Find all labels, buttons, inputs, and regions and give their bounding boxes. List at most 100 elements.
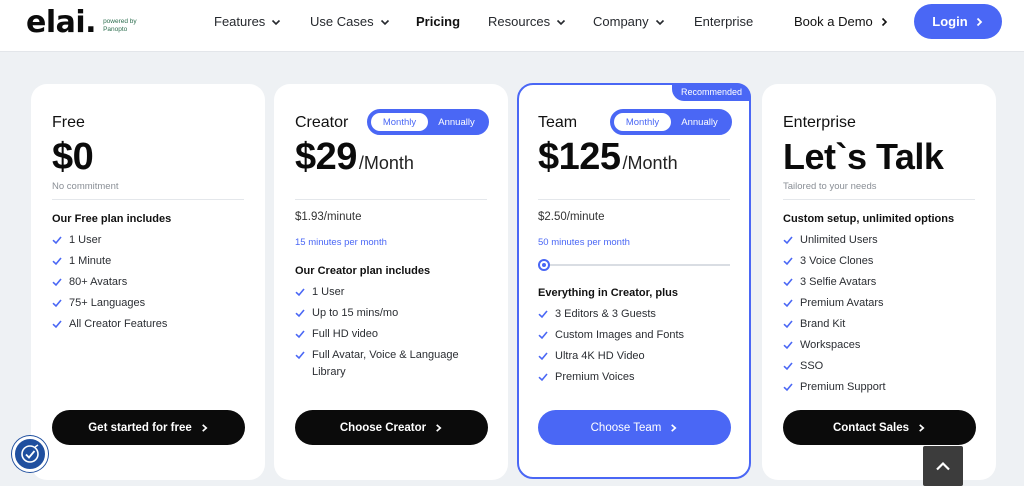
login-button[interactable]: Login <box>914 4 1002 39</box>
check-icon <box>52 257 62 266</box>
features-title: Custom setup, unlimited options <box>783 213 955 225</box>
list-item: Premium Voices <box>538 369 738 386</box>
check-icon <box>783 257 793 266</box>
chevron-right-icon <box>436 423 442 432</box>
chevron-down-icon <box>655 19 664 25</box>
check-icon <box>783 278 793 287</box>
list-item: Ultra 4K HD Video <box>538 348 738 365</box>
choose-team-button[interactable]: Choose Team <box>538 410 731 445</box>
check-icon <box>538 352 548 361</box>
plan-name: Free <box>52 114 85 131</box>
scroll-to-top-button[interactable] <box>923 446 963 486</box>
check-icon <box>295 288 305 297</box>
nav-enterprise[interactable]: Enterprise <box>694 14 753 29</box>
chevron-right-icon <box>919 423 925 432</box>
list-item: Full Avatar, Voice & Language Library <box>295 347 485 380</box>
recommended-badge: Recommended <box>671 83 751 101</box>
check-icon <box>783 236 793 245</box>
nav-pricing[interactable]: Pricing <box>416 14 460 29</box>
list-item: Brand Kit <box>783 316 983 333</box>
plan-name: Enterprise <box>783 114 856 131</box>
contact-sales-button[interactable]: Contact Sales <box>783 410 976 445</box>
annually-option[interactable]: Annually <box>428 113 485 131</box>
check-icon <box>295 309 305 318</box>
billing-toggle[interactable]: Monthly Annually <box>610 109 732 135</box>
check-icon <box>783 341 793 350</box>
powered-by-label: powered by Panopto <box>103 18 137 33</box>
plan-note: No commitment <box>52 181 119 192</box>
monthly-option[interactable]: Monthly <box>371 113 428 131</box>
plan-price: $29 /Month <box>295 136 414 178</box>
slider-handle[interactable] <box>538 259 550 271</box>
divider <box>783 199 975 200</box>
features-title: Everything in Creator, plus <box>538 287 678 299</box>
check-icon <box>538 310 548 319</box>
accessibility-icon <box>21 444 39 463</box>
nav-resources[interactable]: Resources <box>488 14 566 29</box>
chevron-down-icon <box>380 19 389 25</box>
features-list: 1 User Up to 15 mins/mo Full HD video Fu… <box>295 284 485 385</box>
list-item: 1 User <box>52 232 252 249</box>
divider <box>538 199 730 200</box>
plan-card-creator: Creator Monthly Annually $29 /Month $1.9… <box>274 84 508 480</box>
minutes-slider[interactable] <box>538 259 730 271</box>
plan-card-free: Free $0 No commitment Our Free plan incl… <box>31 84 265 480</box>
chevron-up-icon <box>936 461 950 471</box>
plan-card-enterprise: Enterprise Let`s Talk Tailored to your n… <box>762 84 996 480</box>
divider <box>295 199 487 200</box>
list-item: 75+ Languages <box>52 295 252 312</box>
list-item: 3 Selfie Avatars <box>783 274 983 291</box>
check-icon <box>52 278 62 287</box>
slider-track <box>542 264 730 266</box>
list-item: 3 Voice Clones <box>783 253 983 270</box>
features-list: 3 Editors & 3 Guests Custom Images and F… <box>538 306 738 390</box>
list-item: 1 Minute <box>52 253 252 270</box>
accessibility-button[interactable] <box>12 436 48 472</box>
nav-company[interactable]: Company <box>593 14 665 29</box>
price-per-minute: $2.50/minute <box>538 211 605 223</box>
check-icon <box>52 320 62 329</box>
plan-price: $125 /Month <box>538 136 678 178</box>
chevron-right-icon <box>671 423 677 432</box>
plan-name: Creator <box>295 114 349 131</box>
list-item: Full HD video <box>295 326 485 343</box>
features-title: Our Creator plan includes <box>295 265 431 277</box>
price-per-minute: $1.93/minute <box>295 211 362 223</box>
list-item: All Creator Features <box>52 316 252 333</box>
nav-features[interactable]: Features <box>214 14 281 29</box>
nav-use-cases[interactable]: Use Cases <box>310 14 390 29</box>
check-icon <box>52 236 62 245</box>
top-navbar: elai. powered by Panopto Features Use Ca… <box>0 0 1024 52</box>
plan-name: Team <box>538 114 578 131</box>
plan-price: Let`s Talk <box>783 136 944 177</box>
chevron-down-icon <box>272 19 281 25</box>
book-demo-link[interactable]: Book a Demo <box>794 14 889 29</box>
check-icon <box>783 299 793 308</box>
billing-toggle[interactable]: Monthly Annually <box>367 109 489 135</box>
list-item: Unlimited Users <box>783 232 983 249</box>
chevron-down-icon <box>557 19 566 25</box>
elai-logo[interactable]: elai. powered by Panopto <box>26 8 137 38</box>
choose-creator-button[interactable]: Choose Creator <box>295 410 488 445</box>
check-icon <box>783 362 793 371</box>
check-icon <box>295 330 305 339</box>
chevron-right-icon <box>976 17 982 26</box>
divider <box>52 199 244 200</box>
check-icon <box>783 383 793 392</box>
list-item: 1 User <box>295 284 485 301</box>
get-started-button[interactable]: Get started for free <box>52 410 245 445</box>
monthly-option[interactable]: Monthly <box>614 113 671 131</box>
plan-card-team: Recommended Team Monthly Annually $125 /… <box>517 83 751 479</box>
list-item: 80+ Avatars <box>52 274 252 291</box>
annually-option[interactable]: Annually <box>671 113 728 131</box>
check-icon <box>538 331 548 340</box>
check-icon <box>295 351 305 360</box>
features-list: 1 User 1 Minute 80+ Avatars 75+ Language… <box>52 232 252 337</box>
list-item: Premium Support <box>783 379 983 396</box>
logo-wordmark: elai. <box>26 5 97 40</box>
plan-note: Tailored to your needs <box>783 181 877 192</box>
minutes-per-month: 15 minutes per month <box>295 237 387 248</box>
plan-price: $0 <box>52 136 94 178</box>
check-icon <box>783 320 793 329</box>
list-item: SSO <box>783 358 983 375</box>
